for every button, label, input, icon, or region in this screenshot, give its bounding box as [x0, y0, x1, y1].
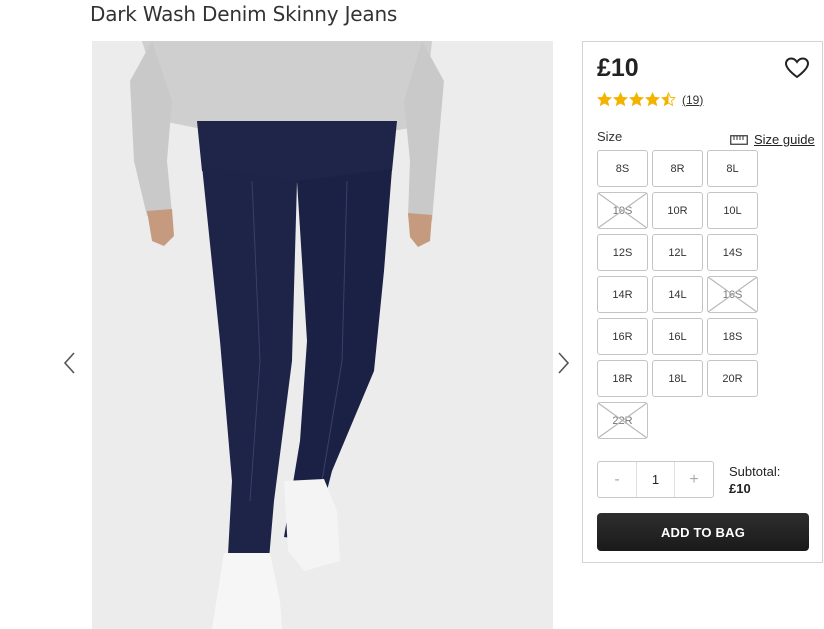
chevron-right-icon [558, 352, 570, 374]
size-option-label: 12S [612, 246, 633, 259]
size-option[interactable]: 20R [707, 360, 758, 397]
add-to-bag-button[interactable]: ADD TO BAG [597, 513, 809, 551]
size-option[interactable]: 10L [707, 192, 758, 229]
size-option[interactable]: 10R [652, 192, 703, 229]
size-option-label: 8L [726, 162, 739, 175]
product-price: £10 [597, 54, 639, 82]
size-option-label: 8R [670, 162, 685, 175]
product-image[interactable] [92, 41, 553, 629]
purchase-panel: £10 19 Size Size guide 8S8R8L10S10R10L12… [582, 41, 823, 563]
chevron-left-icon [63, 352, 75, 374]
size-option[interactable]: 8S [597, 150, 648, 187]
size-option[interactable]: 12S [597, 234, 648, 271]
size-option-label: 18L [668, 372, 687, 385]
size-option[interactable]: 16S [707, 276, 758, 313]
star-full-icon [597, 92, 612, 107]
size-option-label: 14S [722, 246, 743, 259]
star-full-icon [645, 92, 660, 107]
unavailable-cross-icon [598, 193, 647, 228]
size-option[interactable]: 16R [597, 318, 648, 355]
subtotal-amount: £10 [729, 481, 751, 496]
size-option[interactable]: 8R [652, 150, 703, 187]
ruler-icon [730, 134, 748, 145]
quantity-decrement-button[interactable]: - [598, 462, 636, 497]
size-option-label: 18R [612, 372, 633, 385]
subtotal-label: Subtotal: [729, 464, 781, 479]
size-guide-label: Size guide [754, 132, 815, 147]
size-option-label: 12L [668, 246, 687, 259]
review-count-link[interactable]: 19 [682, 93, 703, 107]
size-option-label: 16R [612, 330, 633, 343]
quantity-increment-button[interactable]: + [675, 462, 713, 497]
next-image-button[interactable] [553, 348, 575, 378]
jeans-photo [92, 41, 553, 629]
heart-icon [784, 57, 810, 79]
size-option[interactable]: 22R [597, 402, 648, 439]
star-full-icon [613, 92, 628, 107]
unavailable-cross-icon [708, 277, 757, 312]
size-label: Size [597, 129, 623, 144]
subtotal: Subtotal: £10 [729, 463, 780, 497]
size-option-label: 16L [668, 330, 687, 343]
size-option[interactable]: 18S [707, 318, 758, 355]
star-full-icon [629, 92, 644, 107]
rating: 19 [597, 92, 703, 107]
size-option[interactable]: 18L [652, 360, 703, 397]
star-rating [597, 92, 676, 107]
size-option-label: 20R [722, 372, 743, 385]
unavailable-cross-icon [598, 403, 647, 438]
size-option[interactable]: 12L [652, 234, 703, 271]
size-guide-link[interactable]: Size guide [730, 132, 815, 147]
size-option[interactable]: 14R [597, 276, 648, 313]
size-option-label: 14R [612, 288, 633, 301]
product-title: Dark Wash Denim Skinny Jeans [90, 2, 398, 26]
size-option[interactable]: 8L [707, 150, 758, 187]
wishlist-button[interactable] [784, 56, 810, 80]
prev-image-button[interactable] [58, 348, 80, 378]
star-half-icon [661, 92, 676, 107]
size-option[interactable]: 16L [652, 318, 703, 355]
size-option-label: 8S [615, 162, 630, 175]
size-option[interactable]: 14L [652, 276, 703, 313]
size-option-label: 10R [667, 204, 688, 217]
size-option-label: 18S [722, 330, 743, 343]
quantity-stepper: - 1 + [597, 461, 714, 498]
quantity-value[interactable]: 1 [636, 462, 675, 497]
size-option[interactable]: 18R [597, 360, 648, 397]
size-option-label: 14L [668, 288, 687, 301]
size-option[interactable]: 14S [707, 234, 758, 271]
size-option-label: 10L [723, 204, 742, 217]
size-grid: 8S 8R 8L 10S 10R 10L 12S 12L 14S 14R 14L 16S 16R 16L 1… [597, 150, 758, 439]
size-option[interactable]: 10S [597, 192, 648, 229]
